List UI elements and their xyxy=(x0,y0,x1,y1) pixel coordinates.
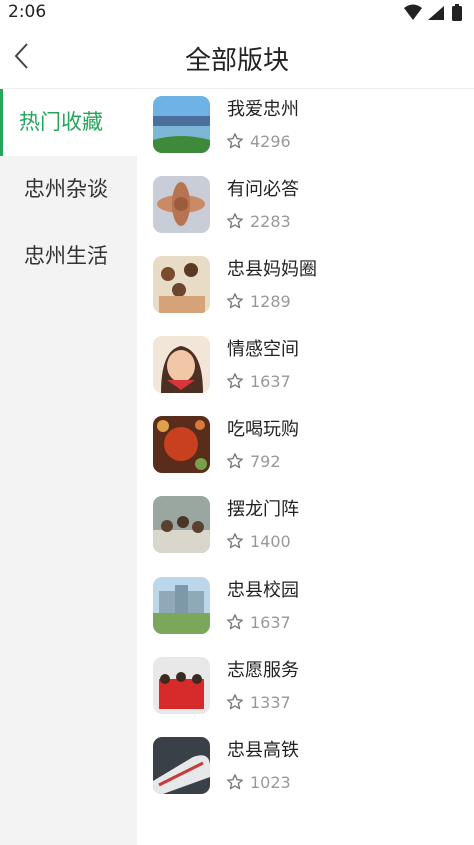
board-row[interactable]: 忠县妈妈圈 1289 xyxy=(137,251,474,331)
board-thumbnail xyxy=(153,657,210,714)
category-sidebar: 热门收藏 忠州杂谈 忠州生活 xyxy=(0,89,137,845)
board-thumbnail xyxy=(153,256,210,313)
sidebar-item-label: 忠州杂谈 xyxy=(24,177,108,201)
star-icon xyxy=(227,293,243,309)
board-row[interactable]: 忠县校园 1637 xyxy=(137,572,474,652)
board-name: 有问必答 xyxy=(227,179,299,200)
star-icon xyxy=(227,533,243,549)
board-name: 忠县校园 xyxy=(227,580,299,601)
top-bar: 全部版块 xyxy=(0,26,474,89)
wifi-icon xyxy=(404,4,422,20)
count-value: 1400 xyxy=(250,532,291,551)
board-name: 忠县妈妈圈 xyxy=(227,259,317,280)
sidebar-item-hot-favorites[interactable]: 热门收藏 xyxy=(0,89,137,156)
board-thumbnail xyxy=(153,737,210,794)
board-row[interactable]: 摆龙门阵 1400 xyxy=(137,491,474,571)
board-thumbnail xyxy=(153,96,210,153)
star-icon xyxy=(227,213,243,229)
board-name: 摆龙门阵 xyxy=(227,499,299,520)
board-thumbnail xyxy=(153,336,210,393)
board-row[interactable]: 我爱忠州 4296 xyxy=(137,91,474,171)
count-value: 4296 xyxy=(250,132,291,151)
sidebar-item-label: 忠州生活 xyxy=(24,244,108,268)
page-title: 全部版块 xyxy=(184,46,289,76)
count-value: 1289 xyxy=(250,292,291,311)
star-icon xyxy=(227,453,243,469)
count-value: 1337 xyxy=(250,693,291,712)
star-icon xyxy=(227,614,243,630)
board-name: 情感空间 xyxy=(227,339,299,360)
board-thumbnail xyxy=(153,416,210,473)
star-icon xyxy=(227,373,243,389)
board-thumbnail xyxy=(153,176,210,233)
battery-icon xyxy=(452,6,462,21)
board-list: 我爱忠州 4296 有问必答 2283 忠县妈妈圈 1289 情感空间 1637… xyxy=(137,89,474,845)
board-row[interactable]: 忠县高铁 1023 xyxy=(137,732,474,812)
count-value: 1637 xyxy=(250,613,291,632)
board-name: 吃喝玩购 xyxy=(227,419,299,440)
sidebar-item-zhongzhou-chat[interactable]: 忠州杂谈 xyxy=(0,156,137,223)
board-row[interactable]: 情感空间 1637 xyxy=(137,331,474,411)
board-name: 我爱忠州 xyxy=(227,99,299,120)
status-icons xyxy=(404,4,462,21)
board-row[interactable]: 志愿服务 1337 xyxy=(137,652,474,732)
board-row[interactable]: 有问必答 2283 xyxy=(137,171,474,251)
count-value: 2283 xyxy=(250,212,291,231)
sidebar-item-label: 热门收藏 xyxy=(19,110,103,134)
signal-icon xyxy=(428,6,444,20)
board-thumbnail xyxy=(153,577,210,634)
status-bar: 2:06 xyxy=(0,0,474,26)
star-icon xyxy=(227,774,243,790)
board-thumbnail xyxy=(153,496,210,553)
count-value: 1023 xyxy=(250,773,291,792)
sidebar-item-zhongzhou-life[interactable]: 忠州生活 xyxy=(0,223,137,290)
board-name: 忠县高铁 xyxy=(227,740,299,761)
star-icon xyxy=(227,133,243,149)
board-name: 志愿服务 xyxy=(227,660,299,681)
star-icon xyxy=(227,694,243,710)
count-value: 1637 xyxy=(250,372,291,391)
active-indicator xyxy=(0,89,3,156)
count-value: 792 xyxy=(250,452,281,471)
board-row[interactable]: 吃喝玩购 792 xyxy=(137,411,474,491)
status-time: 2:06 xyxy=(8,2,47,22)
